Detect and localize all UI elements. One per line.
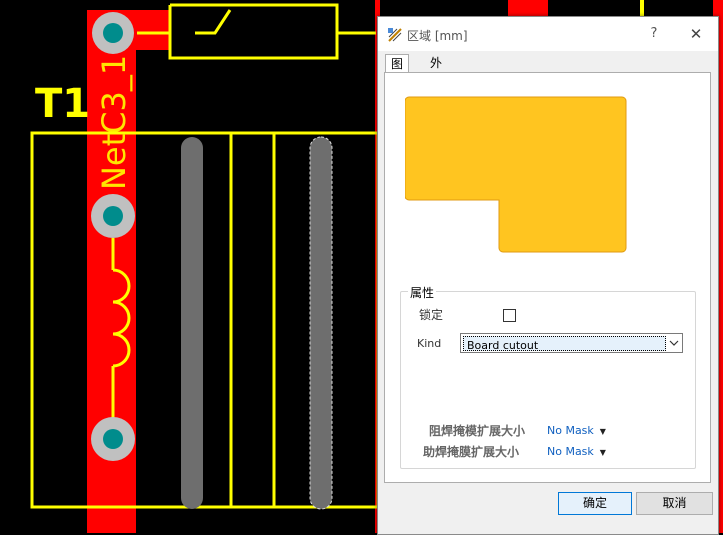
kind-select-value: Board cutout — [467, 339, 539, 352]
kind-select-focus: Board cutout — [463, 336, 666, 352]
designator-label: T1 — [35, 81, 90, 127]
kind-select[interactable]: Board cutout — [460, 333, 683, 353]
lock-checkbox[interactable] — [503, 309, 516, 322]
tab-panel-graphics: 属性 锁定 Kind Board cutout 阻焊掩模扩展大小 No Mask… — [384, 72, 711, 483]
lock-label: 锁定 — [419, 308, 444, 322]
help-button[interactable]: ? — [642, 23, 666, 45]
dropdown-arrow-icon: ▼ — [599, 427, 606, 436]
keepout-bars — [181, 137, 332, 509]
close-button[interactable]: ✕ — [684, 23, 708, 45]
chevron-down-icon — [669, 340, 679, 346]
cancel-button[interactable]: 取消 — [636, 492, 713, 515]
solder-mask-expansion-label: 阻焊掩模扩展大小 — [429, 424, 526, 438]
dropdown-arrow-icon: ▼ — [599, 448, 606, 457]
region-tool-icon — [388, 28, 402, 42]
ok-button[interactable]: 确定 — [558, 492, 632, 515]
paste-mask-value: No Mask — [547, 445, 594, 458]
paste-mask-dropdown[interactable]: No Mask ▼ — [547, 445, 606, 458]
properties-group: 属性 锁定 Kind Board cutout 阻焊掩模扩展大小 No Mask… — [400, 284, 696, 469]
region-dialog: 区域 [mm] ? ✕ 图形 外框顶点 属性 锁定 Kind Board cut… — [377, 16, 719, 535]
dialog-title: 区域 [mm] — [407, 29, 468, 43]
solder-mask-value: No Mask — [547, 424, 594, 437]
solder-mask-dropdown[interactable]: No Mask ▼ — [547, 424, 606, 437]
net-label: NetC3_1 — [95, 55, 133, 190]
tab-graphics[interactable]: 图形 — [385, 54, 410, 89]
kind-label: Kind — [417, 337, 442, 350]
properties-group-title: 属性 — [408, 284, 437, 301]
dialog-titlebar[interactable]: 区域 [mm] ? ✕ — [378, 17, 718, 51]
paste-mask-expansion-label: 助焊掩膜扩展大小 — [423, 445, 520, 459]
region-shape-preview — [405, 96, 627, 253]
tab-outline-vertices[interactable]: 外框顶点 — [425, 54, 447, 124]
